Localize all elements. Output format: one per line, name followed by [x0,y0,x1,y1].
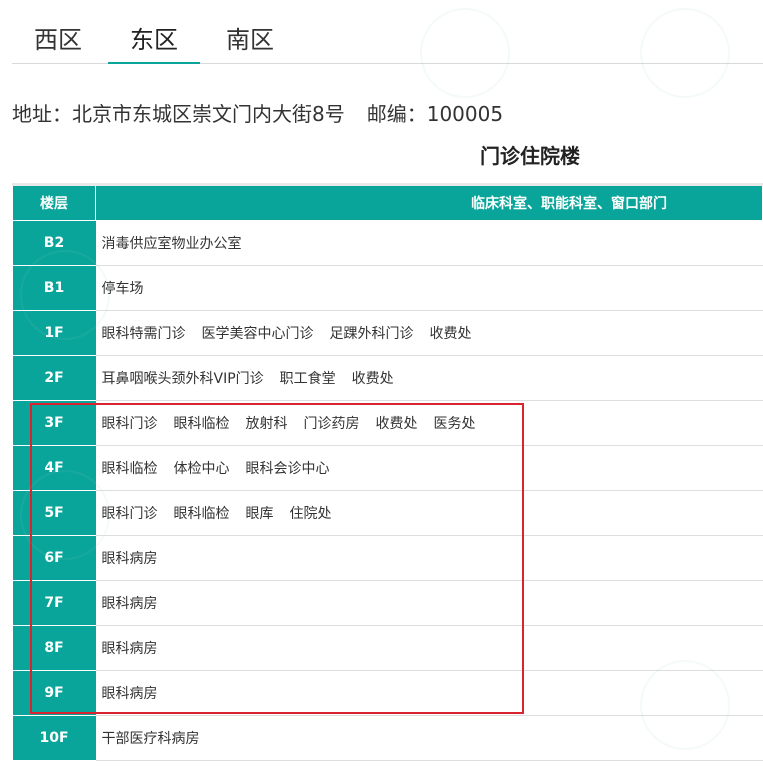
table-row: 9F 眼科病房 [12,670,763,716]
department-label: 眼科临检 [101,461,158,477]
floor-cell: 1F [12,310,96,356]
department-label: 眼科门诊 [101,506,158,522]
department-label: 收费处 [375,416,418,432]
table-row: 2F 耳鼻咽喉头颈外科VIP门诊 职工食堂 收费处 [12,355,763,401]
floor-cell: B1 [12,265,96,311]
department-label: 体检中心 [173,461,230,477]
departments-cell: 眼科门诊 眼科临检 眼库 住院处 [95,490,763,536]
table-header-row: 楼层 临床科室、职能科室、窗口部门 [12,183,763,221]
table-row: 4F 眼科临检 体检中心 眼科会诊中心 [12,445,763,491]
table-row: 1F 眼科特需门诊 医学美容中心门诊 足踝外科门诊 收费处 [12,310,763,356]
department-label: 停车场 [101,281,144,297]
department-label: 眼科特需门诊 [101,326,186,342]
table-row: 7F 眼科病房 [12,580,763,626]
departments-cell: 眼科病房 [95,670,763,716]
floor-cell: 4F [12,445,96,491]
department-label: 放射科 [245,416,288,432]
floor-tabs: 西区 东区 南区 [12,0,763,64]
address-text: 地址：北京市东城区崇文门内大街8号 [12,102,345,126]
department-label: 足踝外科门诊 [329,326,414,342]
tab-south[interactable]: 南区 [224,20,276,64]
department-label: 眼科病房 [101,641,158,657]
floor-cell: 8F [12,625,96,671]
building-title: 门诊住院楼 [480,144,580,168]
department-label: 耳鼻咽喉头颈外科VIP门诊 [101,371,264,387]
department-label: 消毒供应室物业办公室 [101,236,242,252]
departments-cell: 停车场 [95,265,763,311]
departments-cell: 眼科病房 [95,625,763,671]
floor-cell: 2F [12,355,96,401]
departments-cell: 眼科病房 [95,535,763,581]
department-label: 干部医疗科病房 [101,731,200,747]
department-label: 医务处 [433,416,476,432]
departments-cell: 耳鼻咽喉头颈外科VIP门诊 职工食堂 收费处 [95,355,763,401]
floor-cell: 9F [12,670,96,716]
floor-cell: 5F [12,490,96,536]
department-label: 眼科会诊中心 [245,461,330,477]
department-label: 眼科病房 [101,686,158,702]
departments-cell: 眼科特需门诊 医学美容中心门诊 足踝外科门诊 收费处 [95,310,763,356]
department-label: 职工食堂 [279,371,336,387]
floor-cell: 3F [12,400,96,446]
table-row: 3F 眼科门诊 眼科临检 放射科 门诊药房 收费处 医务处 [12,400,763,446]
department-label: 眼科门诊 [101,416,158,432]
departments-column-header: 临床科室、职能科室、窗口部门 [95,183,763,221]
table-row: 6F 眼科病房 [12,535,763,581]
floor-cell: B2 [12,220,96,266]
floor-cell: 10F [12,715,96,761]
tab-east[interactable]: 东区 [108,20,200,64]
postcode-text: 邮编：100005 [366,102,504,126]
departments-cell: 眼科门诊 眼科临检 放射科 门诊药房 收费处 医务处 [95,400,763,446]
table-row: 5F 眼科门诊 眼科临检 眼库 住院处 [12,490,763,536]
department-label: 眼科临检 [173,506,230,522]
department-label: 眼科病房 [101,596,158,612]
floor-column-header: 楼层 [12,183,96,221]
departments-cell: 消毒供应室物业办公室 [95,220,763,266]
table-row: 8F 眼科病房 [12,625,763,671]
floor-cell: 6F [12,535,96,581]
tab-west[interactable]: 西区 [32,20,84,64]
department-label: 眼科病房 [101,551,158,567]
departments-cell: 眼科病房 [95,580,763,626]
floor-directory-table: 楼层 临床科室、职能科室、窗口部门 B2 消毒供应室物业办公室 B1 停车场 1F 眼科特… [12,183,763,761]
table-row: B1 停车场 [12,265,763,311]
department-label: 眼科临检 [173,416,230,432]
department-label: 医学美容中心门诊 [201,326,314,342]
address-line: 地址：北京市东城区崇文门内大街8号 邮编：100005 [12,98,503,127]
departments-cell: 眼科临检 体检中心 眼科会诊中心 [95,445,763,491]
department-label: 眼库 [245,506,274,522]
table-row: B2 消毒供应室物业办公室 [12,220,763,266]
table-row: 10F 干部医疗科病房 [12,715,763,761]
department-label: 收费处 [429,326,472,342]
floor-cell: 7F [12,580,96,626]
department-label: 门诊药房 [303,416,360,432]
departments-cell: 干部医疗科病房 [95,715,763,761]
department-label: 收费处 [351,371,394,387]
department-label: 住院处 [289,506,332,522]
